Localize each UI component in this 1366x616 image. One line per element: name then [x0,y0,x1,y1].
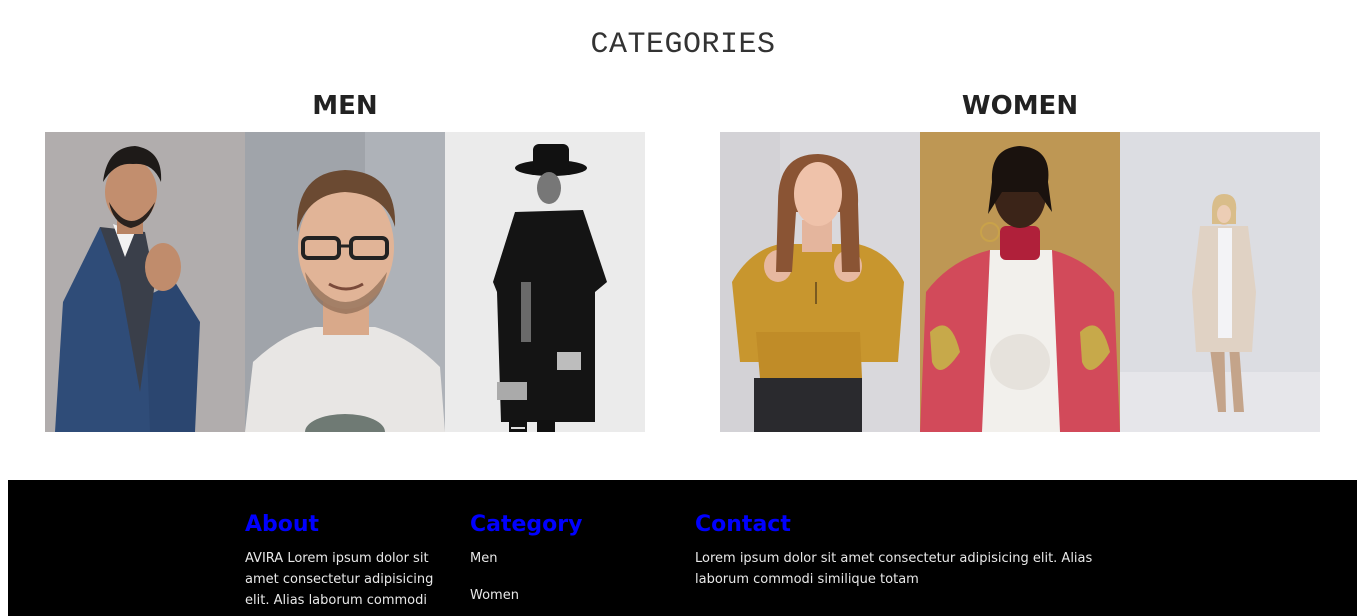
categories-title: CATEGORIES [590,28,776,62]
footer-category-column: Category Men Women [470,510,650,616]
footer-about-heading: About [245,512,320,537]
site-footer: About AVIRA Lorem ipsum dolor sit amet c… [8,480,1357,616]
footer-contact-text: Lorem ipsum dolor sit amet consectetur a… [695,551,1093,587]
footer-category-heading: Category [470,512,583,537]
man-in-black-hat-coat-photo[interactable] [445,132,645,432]
women-category-heading[interactable]: WOMEN [720,91,1320,121]
women-gallery [720,132,1320,432]
footer-about-text: AVIRA Lorem ipsum dolor sit amet consect… [245,551,434,608]
man-with-glasses-photo[interactable] [245,132,445,432]
footer-link-women[interactable]: Women [470,585,650,606]
men-gallery [45,132,645,432]
footer-contact-column: Contact Lorem ipsum dolor sit amet conse… [695,510,1095,590]
footer-contact-heading: Contact [695,512,791,537]
woman-in-beige-coat-photo[interactable] [1120,132,1320,432]
footer-link-men[interactable]: Men [470,548,650,569]
woman-in-red-jacket-photo[interactable] [920,132,1120,432]
footer-about-column: About AVIRA Lorem ipsum dolor sit amet c… [245,510,435,611]
men-category-heading[interactable]: MEN [45,91,645,121]
woman-in-mustard-top-photo[interactable] [720,132,920,432]
man-in-blue-blazer-photo[interactable] [45,132,245,432]
